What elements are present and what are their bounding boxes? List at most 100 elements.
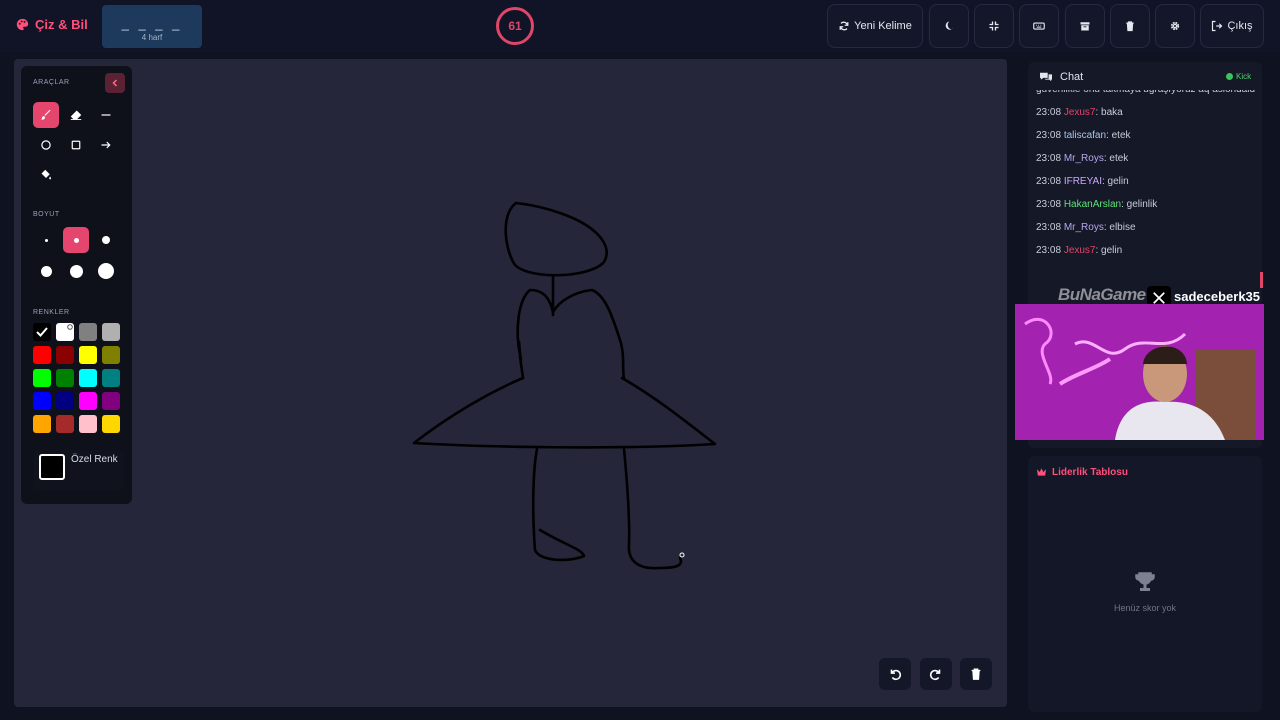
eraser-icon	[70, 110, 82, 120]
color-swatch[interactable]	[79, 392, 97, 410]
color-swatch[interactable]	[56, 369, 74, 387]
comments-icon	[1040, 72, 1052, 82]
archive-button[interactable]	[1065, 4, 1105, 48]
chat-message: 23:08 HakanArslan: gelinlik	[1036, 197, 1256, 213]
chat-message-list: 23:08 Jexus7: baka 23:08 taliscafan: etek…	[1036, 105, 1256, 259]
chat-message: 23:08 IFREYAI: gelin	[1036, 174, 1256, 190]
chat-message: 23:08 Mr_Roys: elbise	[1036, 220, 1256, 236]
color-swatch[interactable]	[79, 369, 97, 387]
fullscreen-button[interactable]	[974, 4, 1014, 48]
undo-icon	[890, 669, 902, 681]
color-swatch[interactable]	[56, 415, 74, 433]
color-swatch[interactable]	[33, 346, 51, 364]
color-swatch[interactable]	[33, 392, 51, 410]
rectangle-tool[interactable]	[63, 132, 89, 158]
exit-button[interactable]: Çıkış	[1200, 4, 1264, 48]
size-option-5[interactable]	[63, 258, 89, 284]
trash-icon	[971, 668, 981, 680]
gear-icon	[1170, 21, 1180, 31]
color-swatch[interactable]	[56, 392, 74, 410]
eraser-tool[interactable]	[63, 102, 89, 128]
size-dot	[98, 263, 114, 279]
chat-time: 23:08	[1036, 176, 1062, 187]
platform-status: Kick	[1226, 72, 1251, 81]
paint-bucket-icon	[41, 169, 52, 180]
trash-icon	[1126, 21, 1134, 32]
drawing-strokes	[412, 201, 717, 570]
custom-color-button[interactable]: Özel Renk	[34, 450, 124, 490]
webcam-image	[1015, 304, 1264, 440]
delete-button[interactable]	[1110, 4, 1150, 48]
tools-title: ARAÇLAR	[33, 79, 70, 86]
app-title: Çiz & Bil	[35, 17, 88, 32]
chat-username[interactable]: Jexus7	[1064, 245, 1096, 256]
chat-username[interactable]: Mr_Roys	[1064, 222, 1104, 233]
chat-username[interactable]: HakanArslan	[1064, 199, 1121, 210]
crown-icon	[1036, 468, 1047, 476]
chat-text: : gelin	[1095, 245, 1123, 256]
color-swatch[interactable]	[56, 323, 74, 341]
color-swatch[interactable]	[102, 369, 120, 387]
app-brand[interactable]: Çiz & Bil	[16, 17, 88, 32]
chat-time: 23:08	[1036, 107, 1062, 118]
streamer-handle: sadeceberk35	[1174, 289, 1261, 304]
color-swatch[interactable]	[79, 323, 97, 341]
chat-username[interactable]: taliscafan	[1064, 130, 1106, 141]
chat-username[interactable]: Jexus7	[1064, 107, 1096, 118]
color-swatch[interactable]	[33, 415, 51, 433]
new-word-button[interactable]: Yeni Kelime	[827, 4, 923, 48]
timer-value: 61	[508, 19, 522, 33]
chat-messages[interactable]: güvenlikle onu takmaya uğraşıyoruz aq as…	[1036, 90, 1256, 285]
color-swatch[interactable]	[79, 346, 97, 364]
chat-message-truncated: güvenlikle onu takmaya uğraşıyoruz aq as…	[1036, 90, 1256, 98]
size-option-4[interactable]	[33, 258, 59, 284]
brush-tool[interactable]	[33, 102, 59, 128]
size-dot	[102, 236, 110, 244]
chat-username[interactable]: Mr_Roys	[1064, 153, 1104, 164]
webcam-feed	[1015, 304, 1264, 440]
redo-button[interactable]	[920, 658, 952, 690]
color-swatch[interactable]	[102, 323, 120, 341]
color-swatch[interactable]	[102, 346, 120, 364]
arrow-tool[interactable]	[93, 132, 119, 158]
tools-panel: ARAÇLAR BOYUT RENKLER Özel Renk	[21, 66, 132, 504]
size-option-3[interactable]	[93, 227, 119, 253]
chat-text: : elbise	[1103, 222, 1136, 233]
chat-text: : etek	[1106, 130, 1131, 141]
line-tool[interactable]	[93, 102, 119, 128]
top-bar: Çiz & Bil _ _ _ _ 4 harf 61 Yeni Kelime …	[0, 0, 1280, 52]
size-option-2[interactable]	[63, 227, 89, 253]
brush-icon	[41, 109, 51, 120]
theme-toggle-button[interactable]	[929, 4, 969, 48]
settings-button[interactable]	[1155, 4, 1195, 48]
custom-color-preview	[39, 454, 65, 480]
size-option-1[interactable]	[33, 227, 59, 253]
chat-time: 23:08	[1036, 130, 1062, 141]
color-swatch[interactable]	[33, 369, 51, 387]
circle-tool[interactable]	[33, 132, 59, 158]
keyboard-button[interactable]	[1019, 4, 1059, 48]
drawing-canvas[interactable]	[14, 59, 1007, 707]
new-word-label: Yeni Kelime	[854, 20, 912, 32]
moon-icon	[945, 21, 954, 30]
color-swatch[interactable]	[79, 415, 97, 433]
color-swatch[interactable]	[56, 346, 74, 364]
chat-username[interactable]: IFREYAI	[1064, 176, 1102, 187]
fill-tool[interactable]	[33, 162, 59, 188]
leaderboard-empty: Henüz skor yok	[1113, 603, 1177, 613]
platform-label: Kick	[1236, 72, 1252, 81]
chat-scrollbar[interactable]	[1260, 272, 1263, 288]
line-icon	[101, 114, 111, 116]
color-swatch[interactable]	[33, 323, 51, 341]
chat-text: : baka	[1095, 107, 1123, 118]
size-option-6[interactable]	[93, 258, 119, 284]
color-swatch[interactable]	[102, 415, 120, 433]
collapse-panel-button[interactable]	[105, 73, 125, 93]
clear-canvas-button[interactable]	[960, 658, 992, 690]
undo-button[interactable]	[879, 658, 911, 690]
chat-time: 23:08	[1036, 245, 1062, 256]
custom-color-label: Özel Renk	[71, 454, 118, 465]
color-swatch[interactable]	[102, 392, 120, 410]
word-hint-box: _ _ _ _ 4 harf	[102, 5, 202, 48]
chat-time: 23:08	[1036, 199, 1062, 210]
